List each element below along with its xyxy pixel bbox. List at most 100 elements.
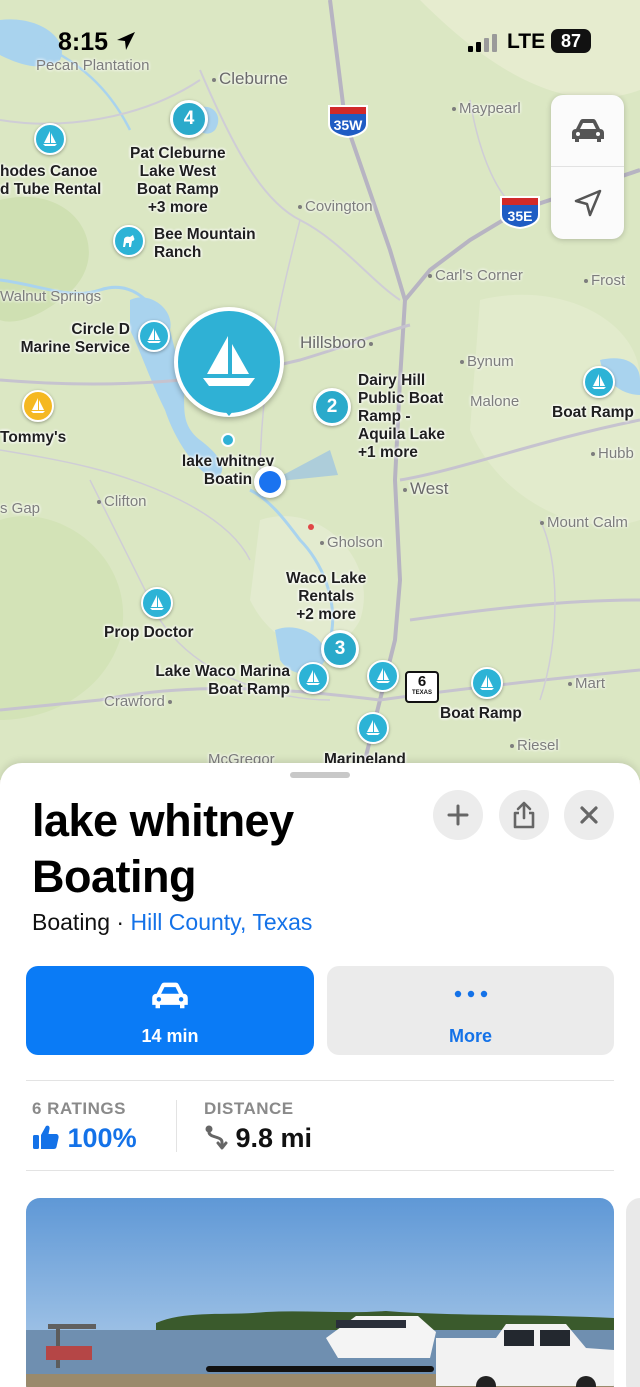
status-bar: 8:15 LTE 87: [0, 28, 640, 58]
thumbs-up-icon: [33, 1125, 59, 1149]
town-label: Mount Calm: [540, 514, 628, 531]
sailboat-icon: [480, 675, 494, 690]
stat-separator: [176, 1100, 177, 1152]
town-label: Clifton: [97, 493, 147, 510]
boat-pin[interactable]: [138, 320, 170, 352]
place-label: Boat Ramp: [552, 404, 634, 421]
location-arrow-icon: [574, 189, 601, 217]
divider: [26, 1080, 614, 1081]
route-icon: [205, 1125, 228, 1150]
sailboat-icon: [31, 398, 45, 413]
map-controls: [551, 95, 624, 239]
boat-pin[interactable]: [141, 587, 173, 619]
place-label: Dairy Hill Public Boat Ramp - Aquila Lak…: [358, 372, 445, 461]
place-label: Circle D Marine Service: [20, 321, 130, 356]
town-label: Covington: [298, 198, 373, 215]
distance-header: DISTANCE: [204, 1099, 294, 1118]
place-label: Lake Waco Marina Boat Ramp: [155, 663, 290, 698]
sailboat-icon: [592, 374, 606, 389]
more-button[interactable]: More: [327, 966, 614, 1055]
cellular-signal-icon: [468, 34, 497, 52]
town-label: West: [403, 479, 448, 499]
town-label: Bynum: [460, 353, 514, 370]
divider: [26, 1170, 614, 1171]
place-label: Bee Mountain Ranch: [154, 226, 256, 261]
network-type: LTE: [507, 30, 546, 53]
place-label: Tommy's: [0, 429, 67, 446]
transport-mode-button[interactable]: [551, 95, 624, 167]
current-location-dot: [254, 466, 286, 498]
battery-indicator: 87: [551, 29, 591, 53]
boat-pin[interactable]: [22, 390, 54, 422]
sailboat-icon: [203, 336, 255, 386]
interstate-35e-shield: 35E: [500, 196, 540, 229]
place-photo-next[interactable]: [626, 1198, 640, 1387]
directions-button[interactable]: 14 min: [26, 966, 314, 1055]
town-label: Malone: [470, 393, 520, 410]
place-title: lake whitney Boating: [32, 795, 294, 902]
texas-6-shield: 6 TEXAS: [405, 671, 439, 703]
horse-icon: [123, 235, 135, 247]
drive-time-label: 14 min: [141, 1026, 199, 1046]
cluster-pin[interactable]: 3: [321, 630, 359, 668]
town-label: Hillsboro: [300, 333, 376, 353]
boat-pin[interactable]: [367, 660, 399, 692]
close-icon: [580, 806, 598, 824]
place-subtitle: Boating · Hill County, Texas: [32, 909, 312, 936]
ranch-pin[interactable]: [113, 225, 145, 257]
pin-tail: [214, 398, 244, 416]
share-button[interactable]: [499, 790, 549, 840]
place-card-sheet: lake whitney Boating Boating · Hill Coun…: [0, 763, 640, 1387]
lake-photo-image: [26, 1198, 614, 1387]
sailboat-icon: [376, 668, 390, 683]
sheet-grabber[interactable]: [290, 772, 350, 778]
boat-pin[interactable]: [34, 123, 66, 155]
ellipsis-icon: [454, 990, 487, 998]
more-label: More: [448, 1026, 492, 1046]
place-location-link[interactable]: Hill County, Texas: [130, 909, 312, 935]
sailboat-icon: [366, 720, 380, 735]
place-category: Boating: [32, 909, 111, 935]
place-photo[interactable]: [26, 1198, 614, 1387]
town-label: Cleburne: [212, 69, 288, 89]
town-label: Mart: [568, 675, 605, 692]
car-icon: [152, 982, 188, 1009]
plus-icon: [447, 804, 469, 826]
recenter-location-button[interactable]: [551, 167, 624, 239]
town-label: Gholson: [320, 534, 383, 551]
ratings-value: 100%: [32, 1123, 137, 1154]
interstate-35w-shield: 35W: [328, 105, 368, 138]
town-label: Pecan Plantation: [36, 57, 150, 74]
town-label: Carl's Corner: [428, 267, 523, 284]
town-label: Riesel: [510, 737, 559, 754]
boat-pin[interactable]: [357, 712, 389, 744]
place-label: Waco Lake Rentals +2 more: [286, 570, 367, 623]
sailboat-icon: [43, 131, 57, 146]
distance-value: 9.8 mi: [204, 1123, 312, 1154]
cluster-pin[interactable]: 4: [170, 100, 208, 138]
place-label: Boat Ramp: [440, 705, 522, 722]
town-label: s Gap: [0, 500, 41, 517]
place-label: Pat Cleburne Lake West Boat Ramp +3 more: [130, 145, 226, 216]
sailboat-icon: [147, 328, 161, 343]
close-button[interactable]: [564, 790, 614, 840]
town-label: Hubb: [591, 445, 634, 462]
separator: ·: [110, 909, 131, 935]
place-label: Prop Doctor: [104, 624, 194, 641]
add-to-guide-button[interactable]: [433, 790, 483, 840]
car-icon: [571, 118, 604, 142]
svg-text:35W: 35W: [334, 117, 364, 133]
town-label: Maypearl: [452, 100, 521, 117]
cluster-pin[interactable]: 2: [313, 388, 351, 426]
map-view[interactable]: Pecan Plantation Cleburne Maypearl Covin…: [0, 0, 640, 780]
town-label: Frost: [584, 272, 625, 289]
pin-anchor-dot: [221, 433, 235, 447]
sailboat-icon: [306, 670, 320, 685]
sailboat-icon: [150, 595, 164, 610]
svg-text:35E: 35E: [508, 208, 533, 224]
boat-pin[interactable]: [583, 366, 615, 398]
ratings-header: 6 RATINGS: [32, 1099, 126, 1118]
place-label: hodes Canoe d Tube Rental: [0, 163, 102, 198]
boat-pin[interactable]: [471, 667, 503, 699]
boat-pin[interactable]: [297, 662, 329, 694]
